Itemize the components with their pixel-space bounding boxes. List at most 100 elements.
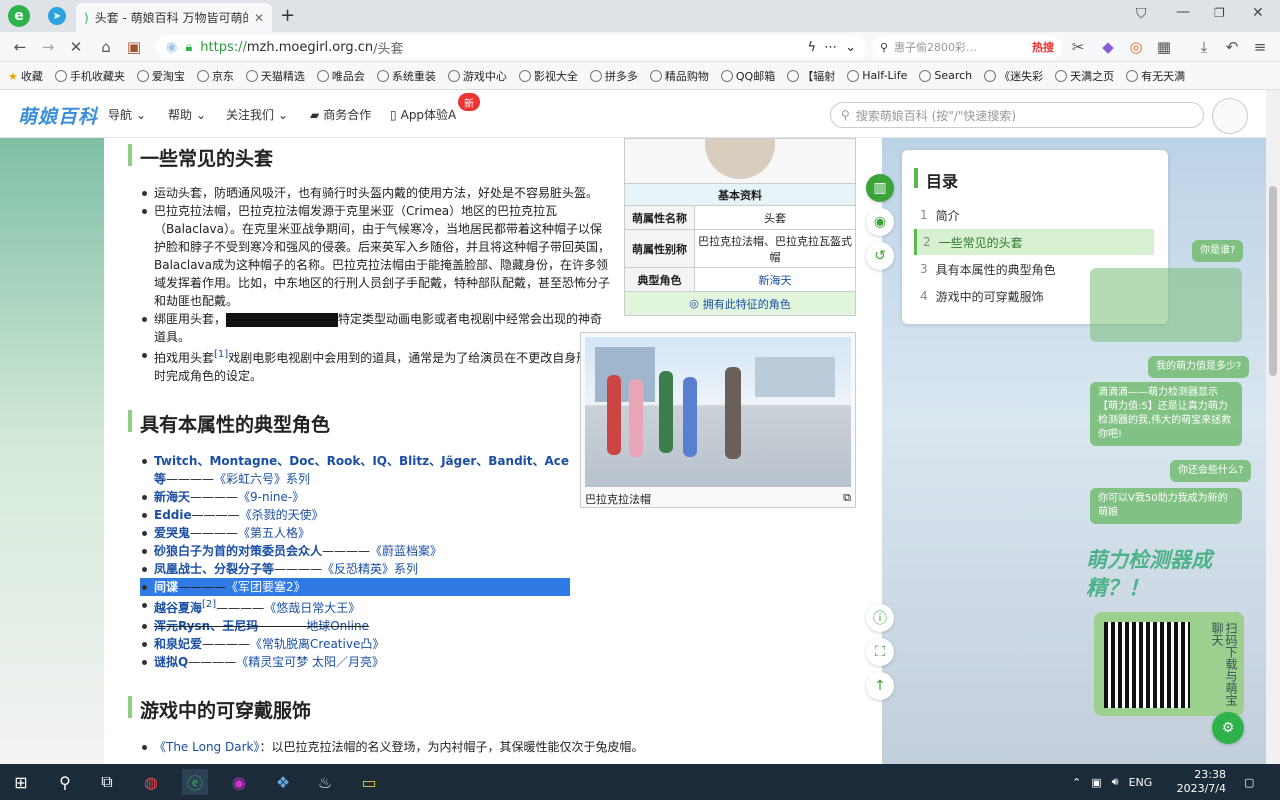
eye-icon[interactable]: ◉ (866, 208, 894, 236)
apps-icon[interactable]: ▦ (1154, 37, 1174, 57)
language-indicator[interactable]: ENG (1129, 776, 1153, 789)
site-search-input[interactable]: 搜索萌娘百科 (按"/"快速搜索) (856, 107, 1016, 124)
settings-gear-icon[interactable]: ⚙ (1212, 712, 1244, 744)
shirt-icon[interactable]: ⛉ (1136, 6, 1147, 22)
scene-image[interactable] (585, 337, 851, 487)
character-link[interactable]: 新海天 (154, 490, 190, 504)
notification-icon[interactable]: ▢ (1244, 764, 1254, 800)
menu-navigation[interactable]: 导航 ⌄ (108, 106, 146, 123)
home-icon[interactable]: ⌂ (96, 37, 116, 57)
hot-search-label[interactable]: 热搜 (1032, 39, 1054, 55)
site-search-box[interactable]: ⚲ 搜索萌娘百科 (按"/"快速搜索) (830, 102, 1204, 128)
new-tab-button[interactable]: + (280, 5, 295, 26)
chat-bubble-question[interactable]: 我的萌力值是多少? (1148, 356, 1250, 378)
search-icon[interactable]: ⚲ (52, 769, 78, 795)
bookmark-item[interactable]: Search (919, 69, 972, 82)
enlarge-icon[interactable]: ⧉ (843, 491, 851, 507)
steam-icon[interactable]: ♨ (312, 769, 338, 795)
work-link[interactable]: 《悠哉日常大王》 (264, 601, 360, 615)
windows-start-icon[interactable]: ⊞ (8, 769, 34, 795)
bookmark-item[interactable]: 【辐射 (787, 68, 835, 84)
character-link[interactable]: 谜拟Q (154, 655, 188, 669)
forward-icon[interactable]: → (38, 37, 58, 57)
lightning-icon[interactable]: ϟ (808, 40, 817, 55)
network-icon[interactable]: ▣ (1091, 776, 1101, 789)
work-link[interactable]: 《9-nine-》 (238, 490, 304, 504)
page-scrollbar[interactable] (1266, 90, 1280, 764)
bookmark-item[interactable]: 天满之页 (1055, 68, 1114, 84)
briefcase-icon[interactable]: ▣ (124, 37, 144, 57)
infobox-link[interactable]: 新海天 (695, 268, 855, 291)
browser-logo-icon[interactable]: e (8, 5, 30, 27)
bookmark-item[interactable]: 天猫精选 (245, 68, 305, 84)
stop-icon[interactable]: ✕ (66, 37, 86, 57)
file-explorer-icon[interactable]: ▭ (356, 769, 382, 795)
back-icon[interactable]: ← (10, 37, 30, 57)
bookmark-item[interactable]: 有无天满 (1126, 68, 1185, 84)
user-avatar[interactable] (1212, 98, 1248, 134)
fullscreen-icon[interactable]: ⛶ (866, 638, 894, 666)
work-link[interactable]: 《常轨脱离Creative凸》 (250, 637, 384, 651)
work-link[interactable]: 《第五人格》 (238, 526, 310, 540)
bookmark-favorites[interactable]: ★ 收藏 (8, 68, 43, 84)
active-tab[interactable]: ) 头套 - 萌娘百科 万物皆可萌的 ✕ (76, 3, 272, 32)
app-icon[interactable]: ❖ (270, 769, 296, 795)
browser2-icon[interactable]: ◉ (226, 769, 252, 795)
character-link[interactable]: 爱哭鬼 (154, 526, 190, 540)
character-link[interactable]: 越谷夏海 (154, 601, 202, 615)
url-bar[interactable]: ◉ 🔒︎ https://mzh.moegirl.org.cn/头套 ϟ ⋯ ⌄ (156, 35, 866, 59)
bookmark-item[interactable]: 影视大全 (518, 68, 578, 84)
character-link[interactable]: 砂狼白子为首的对策委员会众人 (154, 544, 322, 558)
back-to-top-icon[interactable]: ↑ (866, 672, 894, 700)
bookmark-item[interactable]: 游戏中心 (447, 68, 507, 84)
character-link[interactable]: 间谍 (154, 580, 178, 594)
chat-bubble-question[interactable]: 你是谁? (1192, 240, 1244, 262)
work-link[interactable]: 《杀戮的天使》 (240, 508, 324, 522)
bookmark-item[interactable]: 《迷失彩 (984, 68, 1043, 84)
volume-icon[interactable]: 🔊︎ (1112, 775, 1119, 789)
character-link[interactable]: Eddie (154, 508, 192, 522)
menu-follow[interactable]: 关注我们 ⌄ (226, 106, 288, 123)
work-link[interactable]: 《蔚蓝档案》 (370, 544, 442, 558)
more-icon[interactable]: ⋯ (824, 40, 837, 55)
bookmark-item[interactable]: 手机收藏夹 (54, 68, 125, 84)
browser-taskbar-icon[interactable]: ⓔ (182, 769, 208, 795)
chat-bubble-question[interactable]: 你还会些什么? (1170, 460, 1252, 482)
site-logo[interactable]: 萌娘百科 (18, 102, 98, 129)
work-link[interactable]: 地球Online (306, 619, 369, 633)
scissors-icon[interactable]: ✂ (1068, 37, 1088, 57)
info-icon[interactable]: ⓘ (866, 604, 894, 632)
browser-search-input[interactable]: 惠子偷2800彩… (894, 39, 1026, 55)
book-icon[interactable]: ▥ (866, 174, 894, 202)
work-link[interactable]: 《军团要塞2》 (226, 580, 306, 594)
chevron-up-icon[interactable]: ⌃ (1072, 776, 1081, 789)
character-link[interactable]: 浑元Rysn、王尼玛 (154, 619, 258, 633)
bookmark-item[interactable]: 唯品会 (316, 68, 365, 84)
bookmark-item[interactable]: 拼多多 (589, 68, 638, 84)
clock[interactable]: 23:38 2023/7/4 (1170, 764, 1226, 800)
character-link[interactable]: 和泉妃爱 (154, 637, 202, 651)
browser-search-box[interactable]: ⚲ 惠子偷2800彩… 热搜 (872, 35, 1062, 59)
game-icon[interactable]: ◎ (1126, 37, 1146, 57)
work-link[interactable]: 《彩虹六号》系列 (214, 472, 310, 486)
task-view-icon[interactable]: ⧉ (94, 769, 120, 795)
undo-icon[interactable]: ↶ (1222, 37, 1242, 57)
toc-item-active[interactable]: 2 一些常见的头套 (914, 229, 1154, 255)
tab-close-icon[interactable]: ✕ (254, 11, 264, 25)
extension-icon[interactable]: ◆ (1098, 37, 1118, 57)
toc-item[interactable]: 1 简介 (914, 202, 1154, 228)
telegram-icon[interactable]: ➤ (48, 7, 66, 25)
bookmark-item[interactable]: 精品购物 (649, 68, 709, 84)
close-window-icon[interactable]: ✕ (1252, 5, 1264, 21)
bookmark-item[interactable]: 京东 (196, 68, 234, 84)
scrollbar-thumb[interactable] (1269, 186, 1277, 376)
bookmark-item[interactable]: 爱淘宝 (136, 68, 185, 84)
menu-help[interactable]: 帮助 ⌄ (168, 106, 206, 123)
menu-icon[interactable]: ≡ (1250, 37, 1270, 57)
chevron-down-icon[interactable]: ⌄ (845, 40, 856, 55)
minimize-icon[interactable]: — (1176, 4, 1190, 20)
character-link[interactable]: 凤凰战士、分裂分子等 (154, 562, 274, 576)
restore-icon[interactable]: ❐ (1214, 6, 1225, 20)
game-link[interactable]: 《The Long Dark》 (154, 740, 259, 754)
reference-link[interactable]: [1] (214, 349, 228, 360)
